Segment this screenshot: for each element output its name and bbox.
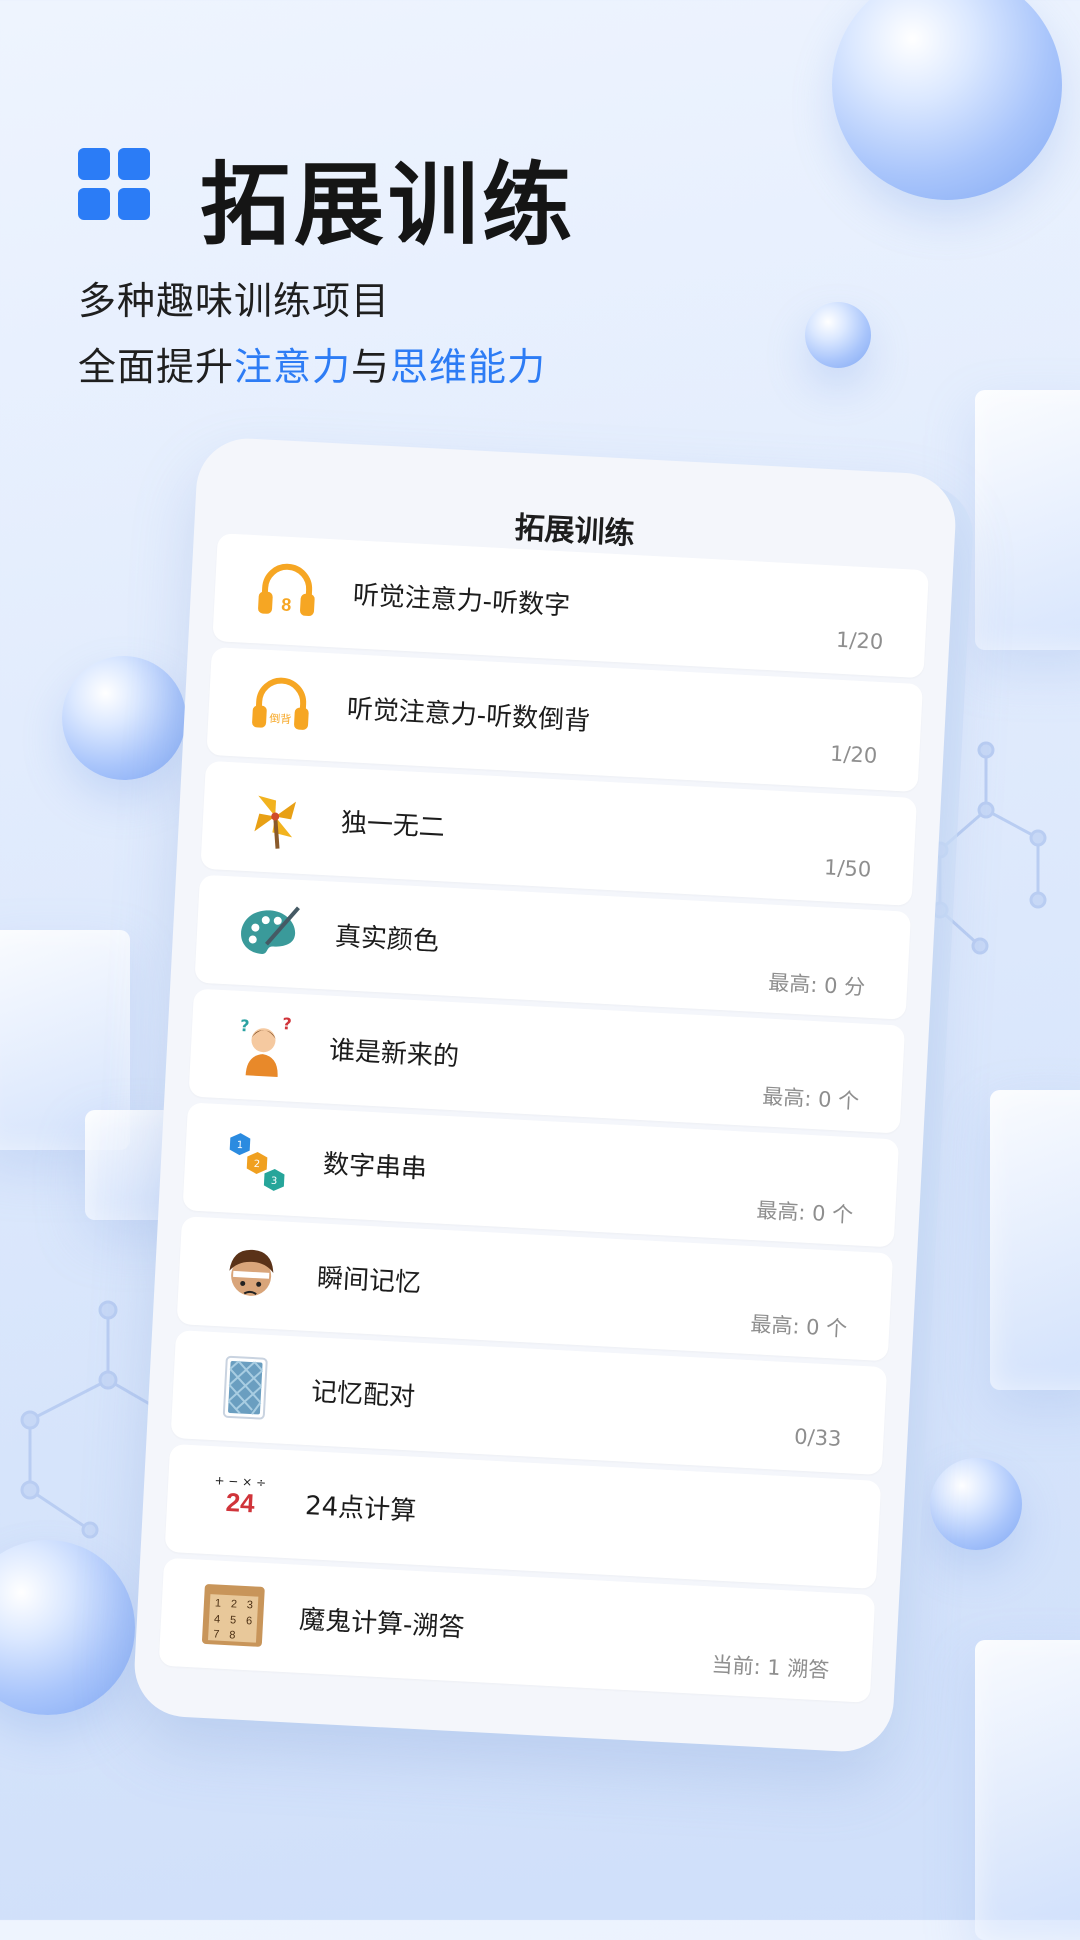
item-best-score: 最高: 0 个 [761, 1084, 860, 1114]
svg-text:6: 6 [246, 1615, 253, 1627]
item-best-score: 最高: 0 个 [755, 1198, 854, 1228]
item-label: 真实颜色 [334, 921, 440, 958]
item-label: 听觉注意力-听数倒背 [346, 694, 591, 737]
headphones-8-icon: 8 [258, 563, 315, 616]
character-face-icon [229, 1249, 274, 1296]
svg-text:2: 2 [253, 1159, 260, 1170]
phone-screen: 拓展训练 8 听觉注意力-听数字 1/20 倒背 听觉注意力-听数倒背 1/20… [132, 435, 958, 1755]
svg-text:+ − × ÷: + − × ÷ [214, 1473, 266, 1490]
confused-person-icon: ? ? [240, 1014, 292, 1077]
svg-text:2: 2 [231, 1598, 238, 1610]
decor-sphere-bottom-left [0, 1540, 135, 1715]
item-label: 谁是新来的 [328, 1035, 460, 1073]
item-label: 数字串串 [322, 1149, 428, 1185]
math-24-icon: 24 + − × ÷ [208, 1470, 271, 1533]
svg-text:8: 8 [229, 1629, 236, 1641]
item-progress: 1/20 [835, 627, 884, 655]
training-list: 8 听觉注意力-听数字 1/20 倒背 听觉注意力-听数倒背 1/20 独一无二… [158, 533, 929, 1709]
pinwheel-icon [254, 795, 297, 849]
subtitle-text: 全面提升 [78, 345, 235, 389]
subtitle-line-2: 全面提升注意力与思维能力 [78, 336, 546, 391]
number-hexagons-icon: 1 2 3 [229, 1133, 285, 1191]
item-progress: 0/33 [793, 1424, 843, 1451]
subtitle-line-1: 多种趣味训练项目 [78, 279, 391, 323]
item-label: 独一无二 [340, 807, 446, 844]
headphones-reverse-icon: 倒背 [252, 677, 309, 730]
decor-cube-right-bottom [975, 1640, 1080, 1940]
svg-text:1: 1 [215, 1597, 222, 1609]
svg-text:倒背: 倒背 [269, 711, 292, 726]
grid-logo-icon [78, 148, 150, 220]
decor-sphere-top-right [832, 0, 1062, 200]
svg-text:24: 24 [225, 1487, 256, 1519]
number-puzzle-icon: 123 456 78 [202, 1584, 265, 1647]
card-back-icon [222, 1355, 268, 1420]
svg-text:3: 3 [247, 1599, 254, 1611]
palette-icon [241, 906, 300, 954]
svg-text:8: 8 [281, 595, 292, 615]
item-label: 记忆配对 [310, 1377, 416, 1413]
decor-cube-right-top [975, 390, 1080, 650]
item-progress: 1/20 [829, 741, 878, 768]
item-label: 听觉注意力-听数字 [352, 580, 571, 622]
item-best-score: 最高: 0 分 [767, 970, 866, 1000]
subtitle-highlight-thinking: 思维能力 [390, 345, 547, 389]
decor-sphere-left [62, 656, 186, 780]
svg-text:?: ? [282, 1014, 292, 1033]
subtitle-highlight-attention: 注意力 [234, 345, 352, 389]
item-label: 24点计算 [304, 1491, 417, 1527]
decor-cube-right-mid [990, 1090, 1080, 1390]
svg-text:4: 4 [214, 1613, 221, 1625]
svg-text:?: ? [240, 1016, 250, 1035]
decor-sphere-small-right [805, 302, 871, 368]
page-title: 拓展训练 [200, 153, 576, 258]
item-current-level: 当前: 1 溯答 [710, 1652, 830, 1683]
item-label: 瞬间记忆 [316, 1263, 422, 1299]
phone-mockup: 拓展训练 8 听觉注意力-听数字 1/20 倒背 听觉注意力-听数倒背 1/20… [132, 435, 976, 1765]
svg-text:3: 3 [271, 1176, 278, 1187]
item-label: 魔鬼计算-溯答 [298, 1604, 466, 1644]
svg-text:5: 5 [230, 1614, 237, 1626]
item-best-score: 最高: 0 个 [749, 1312, 848, 1342]
svg-text:1: 1 [236, 1140, 243, 1151]
svg-text:7: 7 [213, 1628, 220, 1640]
decor-sphere-right-lower [930, 1458, 1022, 1550]
subtitle-text: 与 [351, 345, 391, 389]
item-progress: 1/50 [823, 855, 872, 882]
